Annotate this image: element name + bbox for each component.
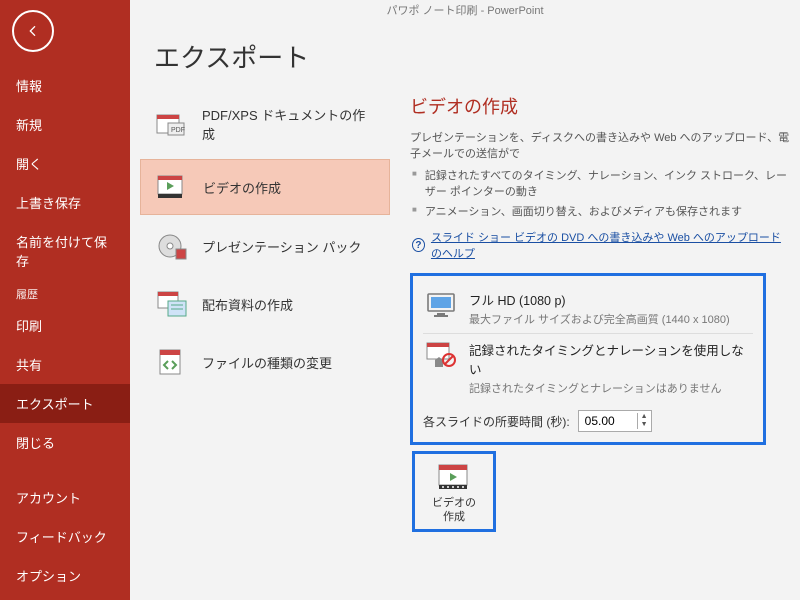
page-title: エクスポート	[130, 20, 800, 93]
filetype-icon	[154, 347, 188, 377]
nav-item-7[interactable]: エクスポート	[0, 384, 130, 423]
seconds-input[interactable]	[579, 411, 637, 431]
spin-down-icon[interactable]: ▼	[638, 421, 651, 429]
export-item-label: ファイルの種類の変更	[202, 353, 332, 372]
help-link[interactable]: スライド ショー ビデオの DVD への書き込みや Web へのアップロードのヘ…	[431, 229, 790, 261]
create-video-label: ビデオの作成	[432, 496, 476, 525]
export-item-filetype[interactable]: ファイルの種類の変更	[140, 335, 390, 389]
nav-item-0[interactable]: 情報	[0, 66, 130, 105]
video-icon	[155, 172, 189, 202]
export-item-label: PDF/XPS ドキュメントの作成	[202, 105, 376, 143]
quality-sub: 最大ファイル サイズおよび完全高画質 (1440 x 1080)	[469, 311, 730, 327]
export-item-cd[interactable]: プレゼンテーション パック	[140, 219, 390, 273]
seconds-label: 各スライドの所要時間 (秒):	[423, 413, 570, 430]
nav-item-1[interactable]: 新規	[0, 105, 130, 144]
no-narration-icon	[425, 340, 459, 370]
pdf-icon: PDF	[154, 109, 188, 139]
nav-footer-1[interactable]: フィードバック	[0, 517, 130, 556]
svg-text:PDF: PDF	[171, 127, 185, 134]
export-item-handout[interactable]: 配布資料の作成	[140, 277, 390, 331]
nav-item-4[interactable]: 名前を付けて保存	[0, 222, 130, 280]
create-video-button[interactable]: ビデオの作成	[412, 451, 496, 532]
nav-item-6[interactable]: 共有	[0, 345, 130, 384]
detail-bullet: アニメーション、画面切り替え、およびメディアも保存されます	[410, 203, 790, 219]
handout-icon	[154, 289, 188, 319]
cd-icon	[154, 231, 188, 261]
export-item-pdf[interactable]: PDF PDF/XPS ドキュメントの作成	[140, 93, 390, 155]
quality-dropdown[interactable]: フル HD (1080 p) 最大ファイル サイズおよび完全高画質 (1440 …	[423, 284, 753, 333]
help-icon: ?	[412, 238, 425, 252]
timing-dropdown[interactable]: 記録されたタイミングとナレーションを使用しない 記録されたタイミングとナレーショ…	[423, 333, 753, 402]
export-item-label: ビデオの作成	[203, 178, 281, 197]
seconds-spinner[interactable]: ▲ ▼	[578, 410, 652, 432]
nav-history-label: 履歴	[0, 280, 130, 306]
nav-item-8[interactable]: 閉じる	[0, 423, 130, 462]
timing-sub: 記録されたタイミングとナレーションはありません	[469, 380, 751, 396]
export-item-label: プレゼンテーション パック	[202, 237, 361, 256]
nav-item-5[interactable]: 印刷	[0, 306, 130, 345]
detail-title: ビデオの作成	[410, 93, 790, 119]
monitor-icon	[425, 290, 459, 320]
back-button[interactable]	[12, 10, 54, 52]
create-video-icon	[434, 460, 474, 494]
spin-up-icon[interactable]: ▲	[638, 413, 651, 421]
video-options-group: フル HD (1080 p) 最大ファイル サイズおよび完全高画質 (1440 …	[410, 273, 766, 445]
nav-item-2[interactable]: 開く	[0, 144, 130, 183]
quality-main: フル HD (1080 p)	[469, 290, 730, 309]
export-item-label: 配布資料の作成	[202, 295, 293, 314]
detail-bullet: 記録されたすべてのタイミング、ナレーション、インク ストローク、レーザー ポイン…	[410, 167, 790, 199]
nav-footer-2[interactable]: オプション	[0, 556, 130, 595]
detail-desc: プレゼンテーションを、ディスクへの書き込みや Web へのアップロード、電子メー…	[410, 129, 790, 161]
nav-item-3[interactable]: 上書き保存	[0, 183, 130, 222]
export-item-video[interactable]: ビデオの作成	[140, 159, 390, 215]
timing-main: 記録されたタイミングとナレーションを使用しない	[469, 340, 751, 378]
window-title: パワポ ノート印刷 - PowerPoint	[130, 0, 800, 20]
nav-footer-0[interactable]: アカウント	[0, 478, 130, 517]
